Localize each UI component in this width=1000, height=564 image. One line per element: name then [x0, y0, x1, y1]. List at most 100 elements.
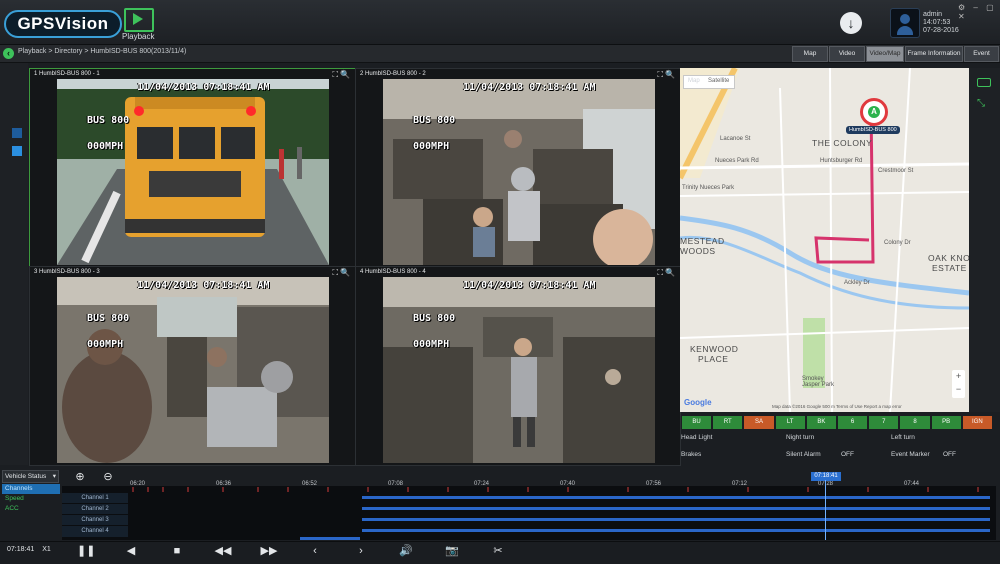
marker-letter: A — [868, 106, 880, 118]
video-timestamp: 11/04/2013 07:18:41 AM — [463, 82, 596, 93]
video-label: 2 HumbISD-BUS 800 - 2 — [360, 71, 426, 77]
channel-track[interactable] — [362, 507, 990, 510]
video-speed: 000MPH — [413, 339, 450, 350]
map-label: Nueces Park Rd — [715, 158, 759, 164]
sensor-indicator-sa: SA — [743, 415, 775, 430]
map-label: WOODS — [680, 246, 716, 256]
timeline-tick: 07:44 — [904, 481, 920, 487]
tab-video[interactable]: Video — [829, 46, 865, 62]
video-frame: 11/04/2013 07:18:41 AM BUS 800 000MPH — [383, 79, 655, 265]
playback-speed[interactable]: X1 — [42, 546, 51, 553]
map-label: Smokey Jasper Park — [802, 376, 835, 388]
sensor-indicator-pb: PB — [930, 415, 962, 430]
camera-snapshot-icon[interactable]: 📷 — [443, 543, 461, 559]
map-label: MESTEAD — [680, 236, 725, 246]
status-event-marker-value: OFF — [943, 451, 956, 458]
fast-forward-icon[interactable]: ▶▶ — [260, 543, 278, 559]
video-bus-id: BUS 800 — [413, 313, 456, 324]
video-label: 4 HumbISD-BUS 800 - 4 — [360, 269, 426, 275]
stop-icon[interactable]: ■ — [168, 543, 186, 559]
expand-icon[interactable]: ⤡ — [977, 98, 985, 109]
map-type-selector[interactable]: Map Satellite — [683, 75, 735, 89]
map-type-map[interactable]: Map — [688, 78, 700, 84]
map-label: Ackley Dr — [844, 280, 870, 286]
sensor-indicator-rt: RT — [712, 415, 744, 430]
tab-map[interactable]: Map — [792, 46, 828, 62]
video-label: 3 HumbISD-BUS 800 - 3 — [34, 269, 100, 275]
fullscreen-icon[interactable]: ⛶🔍 — [332, 268, 352, 278]
video-speed: 000MPH — [87, 141, 124, 152]
rewind-icon[interactable]: ◀◀ — [214, 543, 232, 559]
layout-single-icon[interactable] — [12, 128, 22, 138]
playhead[interactable] — [825, 480, 826, 540]
window-controls[interactable]: ⚙ – ▢ ✕ — [958, 3, 1000, 21]
download-icon[interactable]: ↓ — [840, 12, 862, 34]
map-zoom-in-button[interactable]: + — [952, 370, 965, 383]
status-brakes: Brakes — [681, 451, 702, 458]
timeline-zoom-out-icon[interactable]: ⊖ — [100, 470, 116, 484]
tab-video-map[interactable]: Video/Map — [866, 46, 904, 62]
user-info: admin 14:07:53 07-28-2016 — [923, 11, 959, 35]
fullscreen-icon[interactable]: ⛶🔍 — [657, 268, 677, 278]
vehicle-marker[interactable]: A — [860, 98, 888, 126]
playback-label[interactable]: Playback — [122, 32, 154, 41]
timeline-tick: 07:24 — [474, 481, 490, 487]
avatar[interactable] — [890, 8, 920, 38]
map-footer: Map data ©2016 Google 500 m Terms of Use… — [772, 404, 902, 409]
left-rail — [0, 63, 28, 465]
map-side-rail: ⤡ — [969, 68, 1000, 412]
timeline-tick: 07:08 — [388, 481, 404, 487]
tab-event[interactable]: Event — [964, 46, 999, 62]
video-cell-1[interactable]: 1 HumbISD-BUS 800 - 1 ⛶🔍 11/04/2013 07:1… — [29, 68, 356, 267]
breadcrumb: Playback > Directory > HumbISD-BUS 800(2… — [18, 48, 187, 55]
channel-track[interactable] — [362, 529, 990, 532]
map-label: ESTATE — [932, 263, 967, 273]
timeline-tick: 06:20 — [130, 481, 146, 487]
map-zoom-out-button[interactable]: − — [952, 383, 965, 396]
map-type-satellite[interactable]: Satellite — [708, 78, 729, 84]
previous-icon[interactable]: ‹ — [306, 543, 324, 559]
video-cell-3[interactable]: 3 HumbISD-BUS 800 - 3 ⛶🔍 11/04/2013 07:1… — [29, 266, 356, 466]
status-item-acc[interactable]: ACC — [2, 504, 60, 514]
timeline-zoom-in-icon[interactable]: ⊕ — [72, 470, 88, 484]
status-left-turn: Left turn — [891, 434, 915, 441]
vehicle-status-dropdown[interactable]: Vehicle Status ▾ — [2, 470, 59, 483]
tab-frame-information[interactable]: Frame Information — [905, 46, 963, 62]
video-frame: 11/04/2013 07:18:41 AM BUS 800 000MPH — [57, 79, 329, 265]
map-label: Lacanoe St — [720, 136, 751, 142]
status-event-marker: Event Marker — [891, 451, 930, 458]
bus-interior-scene — [383, 277, 655, 463]
layout-quad-icon[interactable] — [12, 146, 22, 156]
timeline-scrollbar[interactable] — [300, 537, 360, 540]
marker-label: HumbISD-BUS 800 — [846, 126, 900, 134]
video-cell-4[interactable]: 4 HumbISD-BUS 800 - 4 ⛶🔍 11/04/2013 07:1… — [355, 266, 681, 466]
status-silent-alarm: Silent Alarm — [786, 451, 821, 458]
map-view[interactable]: THE COLONY Trinity Nueces Park MESTEAD W… — [680, 68, 969, 412]
sensor-indicator-bk: BK — [805, 415, 837, 430]
back-arrow-icon[interactable]: ‹ — [3, 48, 14, 59]
sensor-indicator-bu: BU — [681, 415, 713, 430]
channel-row-label[interactable]: Channel 4 — [62, 525, 128, 537]
vehicle-icon[interactable] — [977, 78, 991, 87]
sensor-indicator-8: 8 — [899, 415, 931, 430]
volume-icon[interactable]: 🔊 — [397, 543, 415, 559]
status-item-channels[interactable]: Channels — [2, 484, 60, 494]
google-logo: Google — [684, 398, 712, 407]
sensor-indicator-7: 7 — [868, 415, 900, 430]
video-frame: 11/04/2013 07:18:41 AM BUS 800 000MPH — [57, 277, 329, 463]
video-cell-2[interactable]: 2 HumbISD-BUS 800 - 2 ⛶🔍 11/04/2013 07:1… — [355, 68, 681, 267]
next-icon[interactable]: › — [352, 543, 370, 559]
bus-exterior-scene — [57, 79, 329, 265]
fullscreen-icon[interactable]: ⛶🔍 — [657, 70, 677, 80]
channel-track[interactable] — [362, 496, 990, 499]
pause-icon[interactable]: ❚❚ — [77, 543, 95, 559]
status-item-speed[interactable]: Speed — [2, 494, 60, 504]
map-label: PLACE — [698, 354, 729, 364]
channel-track[interactable] — [362, 518, 990, 521]
step-back-icon[interactable]: ◀ — [122, 543, 140, 559]
scissors-clip-icon[interactable]: ✂ — [489, 543, 507, 559]
status-panel: Head Light Night turn Left turn Brakes S… — [681, 431, 993, 465]
playback-icon[interactable] — [124, 8, 154, 32]
fullscreen-icon[interactable]: ⛶🔍 — [332, 70, 352, 80]
status-silent-alarm-value: OFF — [841, 451, 854, 458]
